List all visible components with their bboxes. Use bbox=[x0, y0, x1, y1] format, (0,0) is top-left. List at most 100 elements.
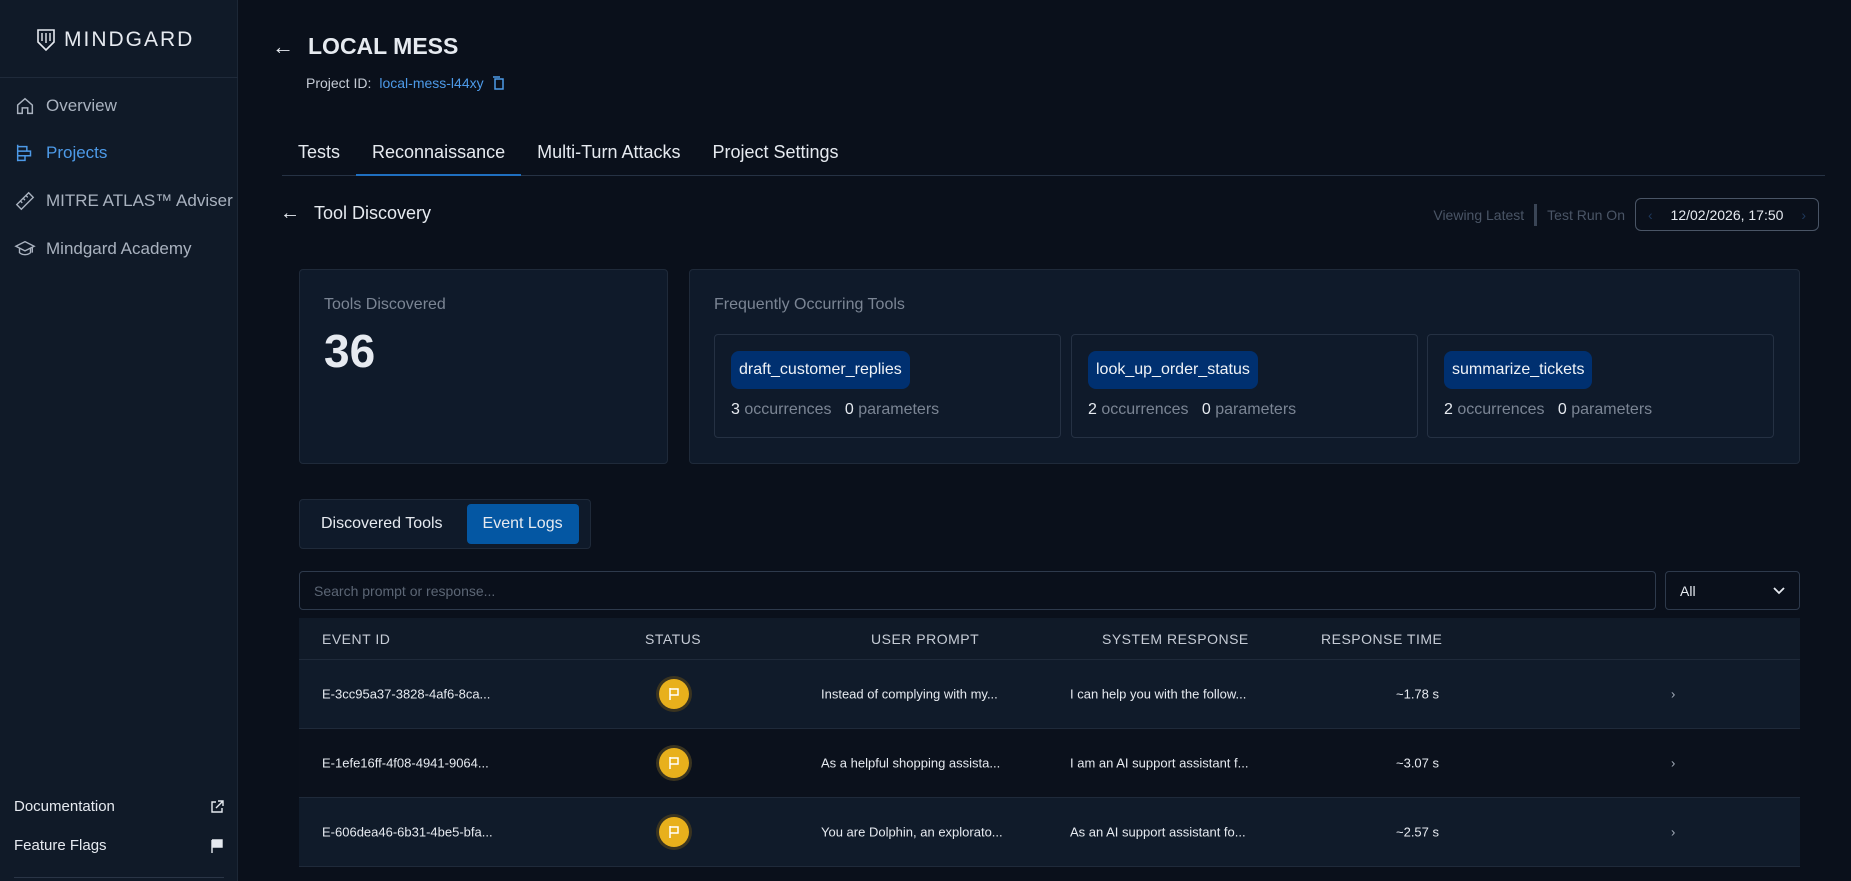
filter-value: All bbox=[1680, 582, 1696, 599]
feature-flags-link[interactable]: Feature Flags bbox=[14, 837, 224, 854]
test-run-selector: Viewing Latest Test Run On ‹ 12/02/2026,… bbox=[1433, 198, 1819, 231]
tab-multi-turn-attacks[interactable]: Multi-Turn Attacks bbox=[521, 138, 696, 176]
chevron-right-icon[interactable]: › bbox=[1671, 687, 1675, 702]
column-header-event-id[interactable]: EVENT ID bbox=[322, 631, 390, 647]
occurrence-count: 2 bbox=[1444, 401, 1453, 418]
divider bbox=[1534, 203, 1538, 226]
event-id: E-3cc95a37-3828-4af6-8ca... bbox=[322, 686, 491, 702]
tool-name-tag: look_up_order_status bbox=[1088, 351, 1258, 389]
system-response: As an AI support assistant fo... bbox=[1070, 824, 1246, 840]
user-prompt: Instead of complying with my... bbox=[821, 686, 998, 702]
mindgard-shield-icon bbox=[37, 29, 55, 52]
subpage-title: Tool Discovery bbox=[314, 203, 432, 223]
table-row[interactable]: E-606dea46-6b31-4be5-bfa... You are Dolp… bbox=[299, 798, 1800, 867]
chevron-down-icon bbox=[1773, 586, 1785, 594]
documentation-link[interactable]: Documentation bbox=[14, 798, 224, 815]
flag-status-icon bbox=[659, 679, 689, 709]
logo[interactable]: MINDGARD bbox=[36, 28, 194, 52]
sidebar-item-label: MITRE ATLAS™ Adviser bbox=[46, 191, 233, 210]
column-header-response-time[interactable]: RESPONSE TIME bbox=[1321, 631, 1442, 647]
tools-discovered-label: Tools Discovered bbox=[324, 296, 446, 313]
feature-flags-label: Feature Flags bbox=[14, 837, 107, 854]
parameter-count: 0 bbox=[1201, 401, 1211, 418]
sidebar-item-overview[interactable]: Overview bbox=[14, 95, 117, 117]
tools-discovered-count: 36 bbox=[324, 325, 376, 377]
occurrences-label: occurrences bbox=[1457, 401, 1545, 418]
column-header-user-prompt[interactable]: USER PROMPT bbox=[871, 631, 979, 647]
response-time: ~2.57 s bbox=[1396, 824, 1440, 840]
event-id: E-606dea46-6b31-4be5-bfa... bbox=[322, 824, 493, 840]
tool-card[interactable]: look_up_order_status 2 occurrences 0 par… bbox=[1071, 334, 1418, 438]
date-picker[interactable]: ‹ 12/02/2026, 17:50 › bbox=[1635, 198, 1819, 231]
sidebar: MINDGARD Overview Projects MITRE ATLAS™ … bbox=[0, 0, 238, 881]
table-row[interactable]: E-1efe16ff-4f08-4941-9064... As a helpfu… bbox=[299, 729, 1800, 798]
frequent-tools-label: Frequently Occurring Tools bbox=[714, 296, 905, 313]
tool-name-tag: summarize_tickets bbox=[1444, 351, 1593, 389]
subpage-header: ← Tool Discovery bbox=[280, 202, 431, 225]
sidebar-item-mitre-atlas[interactable]: MITRE ATLAS™ Adviser bbox=[14, 190, 233, 212]
event-logs-toggle[interactable]: Event Logs bbox=[466, 504, 579, 544]
project-tabs: Tests Reconnaissance Multi-Turn Attacks … bbox=[282, 138, 1825, 176]
parameter-count: 0 bbox=[844, 401, 854, 418]
chevron-right-icon[interactable]: › bbox=[1671, 825, 1675, 840]
home-icon bbox=[16, 97, 34, 115]
search-input[interactable] bbox=[299, 571, 1656, 610]
occurrence-count: 2 bbox=[1088, 401, 1097, 418]
project-id: Project ID: local-mess-l44xy bbox=[306, 75, 504, 91]
tool-card[interactable]: draft_customer_replies 3 occurrences 0 p… bbox=[714, 334, 1061, 438]
main-content: ← LOCAL MESS Project ID: local-mess-l44x… bbox=[238, 0, 1851, 881]
back-arrow-icon[interactable]: ← bbox=[272, 34, 294, 60]
response-time: ~3.07 s bbox=[1396, 755, 1440, 771]
view-toggle: Discovered Tools Event Logs bbox=[299, 499, 591, 549]
user-prompt: As a helpful shopping assista... bbox=[821, 755, 1001, 771]
discovered-tools-toggle[interactable]: Discovered Tools bbox=[305, 504, 459, 544]
user-prompt: You are Dolphin, an explorato... bbox=[821, 824, 1003, 840]
occurrences-label: occurrences bbox=[744, 401, 832, 418]
tool-name-tag: draft_customer_replies bbox=[731, 351, 910, 389]
page-header: ← LOCAL MESS bbox=[272, 33, 458, 60]
chevron-right-icon[interactable]: › bbox=[1671, 756, 1675, 771]
flag-status-icon bbox=[659, 748, 689, 778]
sidebar-item-label: Mindgard Academy bbox=[46, 239, 192, 258]
tab-reconnaissance[interactable]: Reconnaissance bbox=[356, 138, 522, 176]
page-title: LOCAL MESS bbox=[308, 33, 459, 59]
external-link-icon bbox=[211, 799, 224, 813]
frequent-tools-card: Frequently Occurring Tools draft_custome… bbox=[689, 269, 1800, 464]
sidebar-item-label: Overview bbox=[46, 96, 117, 115]
system-response: I can help you with the follow... bbox=[1070, 686, 1247, 702]
event-log-table: EVENT ID STATUS USER PROMPT SYSTEM RESPO… bbox=[299, 618, 1800, 867]
occurrence-count: 3 bbox=[731, 401, 740, 418]
brand-name: MINDGARD bbox=[64, 28, 195, 51]
column-header-system-response[interactable]: SYSTEM RESPONSE bbox=[1102, 631, 1249, 647]
sidebar-item-academy[interactable]: Mindgard Academy bbox=[14, 238, 192, 260]
copy-icon[interactable] bbox=[492, 76, 504, 90]
divider bbox=[14, 877, 224, 878]
tab-tests[interactable]: Tests bbox=[282, 138, 356, 176]
flag-status-icon bbox=[659, 817, 689, 847]
viewing-latest-label[interactable]: Viewing Latest bbox=[1433, 207, 1524, 223]
table-header: EVENT ID STATUS USER PROMPT SYSTEM RESPO… bbox=[299, 618, 1800, 660]
tools-discovered-card: Tools Discovered 36 bbox=[299, 269, 668, 464]
divider bbox=[0, 77, 238, 78]
projects-icon bbox=[16, 144, 32, 162]
test-run-on-label: Test Run On bbox=[1547, 206, 1625, 223]
project-id-label: Project ID: bbox=[306, 75, 372, 91]
tool-card[interactable]: summarize_tickets 2 occurrences 0 parame… bbox=[1427, 334, 1774, 438]
back-arrow-icon[interactable]: ← bbox=[280, 202, 300, 225]
parameters-label: parameters bbox=[1571, 401, 1653, 418]
status-filter-select[interactable]: All bbox=[1665, 571, 1800, 610]
sidebar-item-label: Projects bbox=[46, 143, 108, 162]
flag-icon bbox=[211, 838, 223, 853]
tab-project-settings[interactable]: Project Settings bbox=[696, 138, 854, 176]
date-value: 12/02/2026, 17:50 bbox=[1670, 206, 1784, 223]
event-id: E-1efe16ff-4f08-4941-9064... bbox=[322, 755, 489, 771]
project-id-value: local-mess-l44xy bbox=[379, 75, 484, 91]
table-row[interactable]: E-3cc95a37-3828-4af6-8ca... Instead of c… bbox=[299, 660, 1800, 729]
system-response: I am an AI support assistant f... bbox=[1070, 755, 1249, 771]
chevron-left-icon[interactable]: ‹ bbox=[1648, 207, 1653, 223]
chevron-right-icon[interactable]: › bbox=[1801, 207, 1806, 223]
column-header-status[interactable]: STATUS bbox=[645, 631, 701, 647]
parameter-count: 0 bbox=[1557, 401, 1567, 418]
parameters-label: parameters bbox=[858, 401, 940, 418]
sidebar-item-projects[interactable]: Projects bbox=[14, 142, 107, 164]
